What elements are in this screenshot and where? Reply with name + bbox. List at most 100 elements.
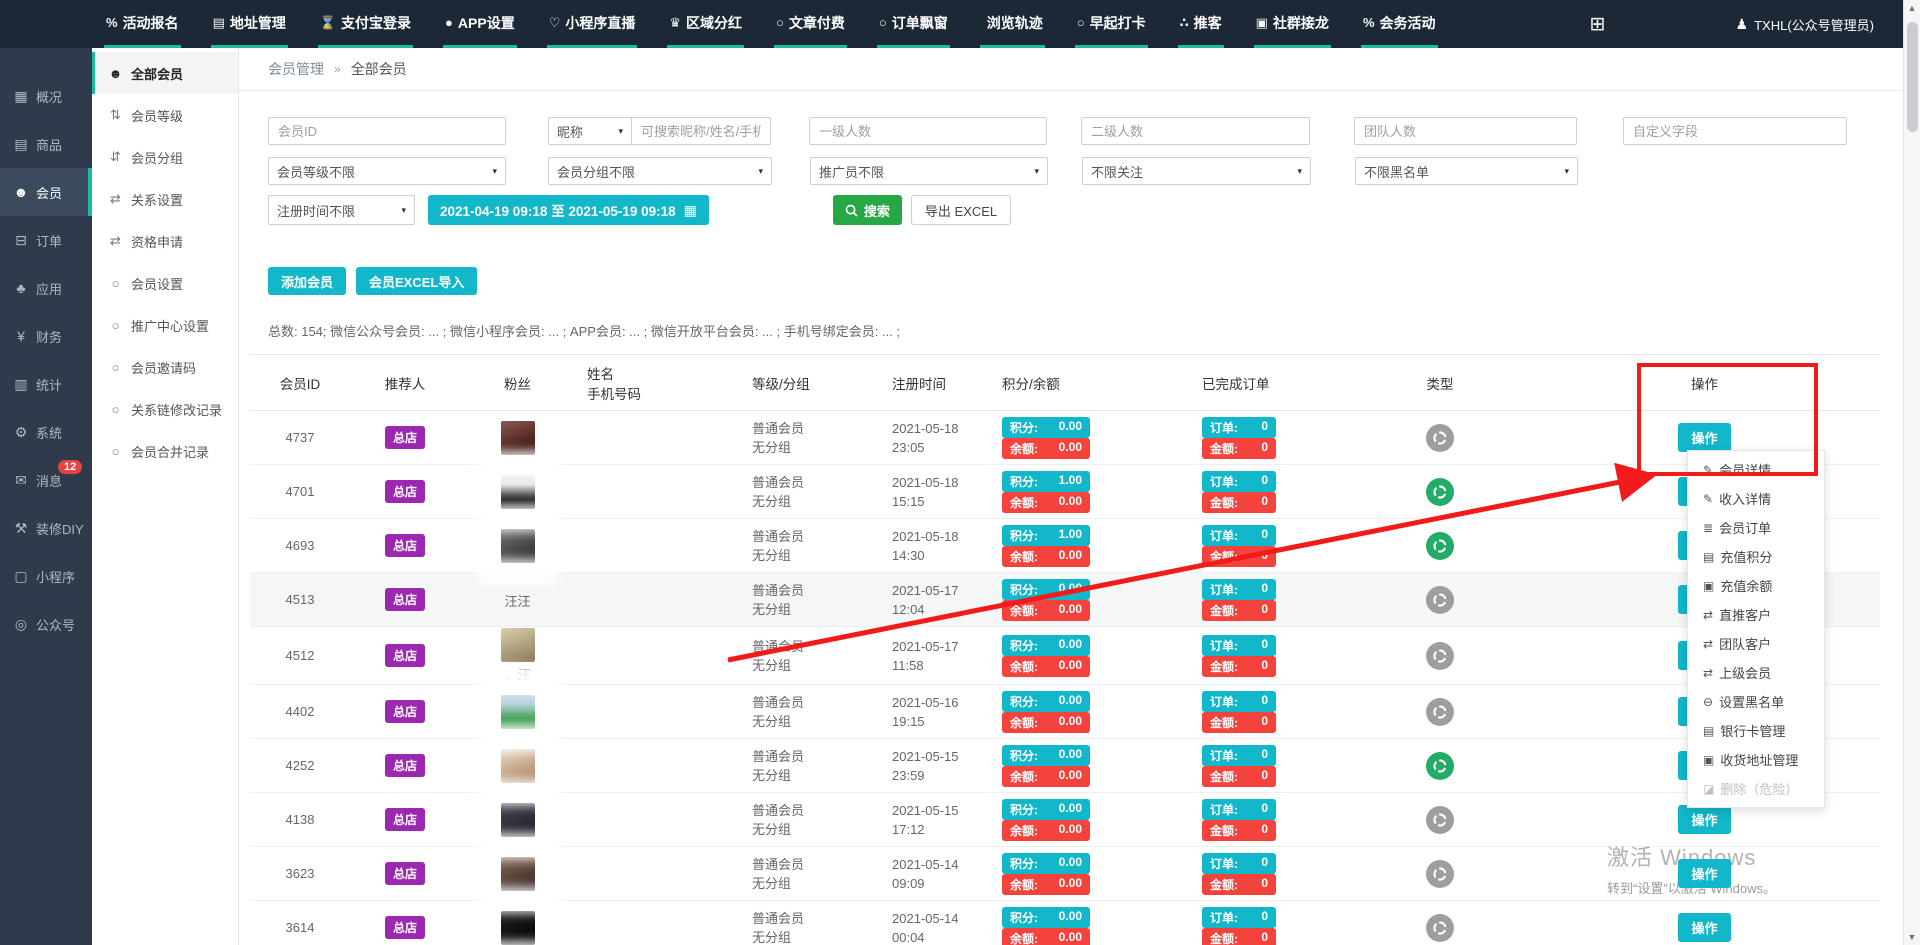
top-nav-item[interactable]: 浏览轨迹 [980,0,1045,48]
sidebar-item[interactable]: ¥ 财务 [0,312,92,360]
team-count-input[interactable] [1354,117,1577,145]
referrer-badge[interactable]: 总店 [385,862,425,885]
top-nav-item[interactable]: ● APP设置 [443,0,517,48]
scroll-up-icon[interactable]: ▲ [1908,3,1917,13]
avatar[interactable] [501,475,535,509]
scrollbar-thumb[interactable] [1907,22,1918,132]
table-row[interactable]: 4737 总店 普通会员 无分组 2021-0 [250,411,1880,465]
sidebar-item[interactable]: ☻ 会员 [0,168,92,216]
table-row[interactable]: 4693 总店 普通会员 无分组 2021-0 [250,519,1880,573]
top-nav-item[interactable]: ⌛ 支付宝登录 [318,0,413,48]
row-operation-button[interactable]: 操作 [1678,859,1730,888]
sidebar-item[interactable]: ♣ 应用 [0,264,92,312]
table-row[interactable]: 3623 总店 普通会员 无分组 2021-0 [250,847,1880,901]
referrer-badge[interactable]: 总店 [385,754,425,777]
sidebar-item[interactable]: ◎ 公众号 [0,600,92,648]
dropdown-menu-item[interactable]: ▤ 充值积分 [1688,542,1824,571]
sidebar-item[interactable]: ▤ 商品 [0,120,92,168]
vertical-scrollbar[interactable]: ▲ ▼ [1903,0,1920,945]
date-range-button[interactable]: 2021-04-19 09:18 至 2021-05-19 09:18 ▦ [428,195,709,225]
row-operation-button[interactable]: 操作 [1678,805,1730,834]
level2-count-input[interactable] [1081,117,1310,145]
submenu-item[interactable]: ○ 会员设置 [92,262,238,304]
submenu-item[interactable]: ⇄ 资格申请 [92,220,238,262]
top-nav-item[interactable]: ♡ 小程序直播 [547,0,638,48]
grid-icon[interactable]: ⊞ [1590,13,1606,36]
submenu-item[interactable]: ○ 会员邀请码 [92,346,238,388]
referrer-badge[interactable]: 总店 [385,808,425,831]
excel-import-button[interactable]: 会员EXCEL导入 [356,267,477,295]
dropdown-menu-item[interactable]: ⇄ 上级会员 [1688,658,1824,687]
avatar[interactable] [501,911,535,945]
dropdown-menu-item[interactable]: ▣ 充值余额 [1688,571,1824,600]
submenu-item[interactable]: ⇅ 会员等级 [92,94,238,136]
referrer-badge[interactable]: 总店 [385,644,425,667]
top-nav-item[interactable]: ♛ 区域分红 [667,0,744,48]
user-menu[interactable]: ♟ TXHL(公众号管理员) [1736,15,1874,34]
avatar[interactable] [501,421,535,455]
member-id-input[interactable] [268,117,506,145]
follow-select[interactable]: 不限关注▾ [1082,157,1311,185]
top-nav-item[interactable]: ▤ 地址管理 [211,0,288,48]
table-row[interactable]: 3614 总店 普通会员 无分组 2021-0 [250,901,1880,945]
table-row[interactable]: 4512 总店 、汪 普通会员 无分组 2021 [250,627,1880,685]
referrer-badge[interactable]: 总店 [385,916,425,939]
sidebar-item[interactable]: ▢ 小程序 [0,552,92,600]
top-nav-item[interactable]: ○ 文章付费 [774,0,847,48]
promoter-select[interactable]: 推广员不限▾ [810,157,1048,185]
submenu-item[interactable]: ☻ 全部会员 [92,52,238,94]
level1-count-input[interactable] [809,117,1047,145]
avatar[interactable] [501,803,535,837]
sidebar-item[interactable]: ⚒ 装修DIY [0,504,92,552]
scroll-down-icon[interactable]: ▼ [1908,932,1917,942]
dropdown-menu-item[interactable]: ✎ 收入详情 [1688,484,1824,513]
sidebar-item[interactable]: ⊟ 订单 [0,216,92,264]
member-group-select[interactable]: 会员分组不限▾ [548,157,772,185]
dropdown-menu-item[interactable]: ⇄ 直推客户 [1688,600,1824,629]
dropdown-menu-item[interactable]: ◪ 删除（危险） [1688,774,1824,803]
dropdown-menu-item[interactable]: ⊖ 设置黑名单 [1688,687,1824,716]
reg-time-select[interactable]: 注册时间不限▾ [268,195,415,225]
top-nav-item[interactable]: % 活动报名 [104,0,181,48]
submenu-item[interactable]: ○ 关系链修改记录 [92,388,238,430]
dropdown-menu-item[interactable]: ▤ 银行卡管理 [1688,716,1824,745]
search-button[interactable]: 搜索 [833,195,902,225]
top-nav-item[interactable]: % 会务活动 [1361,0,1438,48]
add-member-button[interactable]: 添加会员 [268,267,346,295]
referrer-badge[interactable]: 总店 [385,480,425,503]
avatar[interactable] [501,529,535,563]
dropdown-menu-item[interactable]: ≣ 会员订单 [1688,513,1824,542]
submenu-item[interactable]: ○ 推广中心设置 [92,304,238,346]
referrer-badge[interactable]: 总店 [385,426,425,449]
nickname-search-input[interactable] [631,117,771,145]
avatar[interactable] [501,749,535,783]
sidebar-item[interactable]: ▦ 概况 [0,72,92,120]
dropdown-menu-item[interactable]: ⇄ 团队客户 [1688,629,1824,658]
sidebar-item[interactable]: ⚙ 系统 [0,408,92,456]
row-operation-button[interactable]: 操作 [1678,423,1730,452]
table-row[interactable]: 4138 总店 普通会员 无分组 2021-0 [250,793,1880,847]
avatar[interactable] [501,857,535,891]
referrer-badge[interactable]: 总店 [385,700,425,723]
custom-field-input[interactable] [1623,117,1847,145]
submenu-item[interactable]: ⇵ 会员分组 [92,136,238,178]
table-row[interactable]: 4402 总店 普通会员 无分组 2021-0 [250,685,1880,739]
referrer-badge[interactable]: 总店 [385,588,425,611]
export-excel-button[interactable]: 导出 EXCEL [911,195,1011,225]
table-row[interactable]: 4513 总店 汪汪 普通会员 无分组 2021 [250,573,1880,627]
top-nav-item[interactable]: ∴ 推客 [1178,0,1224,48]
table-row[interactable]: 4252 总店 普通会员 无分组 2021-0 [250,739,1880,793]
breadcrumb-section[interactable]: 会员管理 [268,59,324,79]
sidebar-item[interactable]: ✉ 消息 12 [0,456,92,504]
top-nav-item[interactable]: ○ 早起打卡 [1075,0,1148,48]
sidebar-item[interactable]: ▥ 统计 [0,360,92,408]
blacklist-select[interactable]: 不限黑名单▾ [1355,157,1578,185]
submenu-item[interactable]: ○ 会员合并记录 [92,430,238,472]
table-row[interactable]: 4701 总店 普通会员 无分组 2021-0 [250,465,1880,519]
dropdown-menu-item[interactable]: ✎ 会员详情 [1688,455,1824,484]
dropdown-menu-item[interactable]: ▣ 收货地址管理 [1688,745,1824,774]
avatar[interactable] [501,628,535,662]
avatar[interactable] [501,695,535,729]
referrer-badge[interactable]: 总店 [385,534,425,557]
nickname-type-select[interactable]: 昵称 ▾ [548,117,632,145]
